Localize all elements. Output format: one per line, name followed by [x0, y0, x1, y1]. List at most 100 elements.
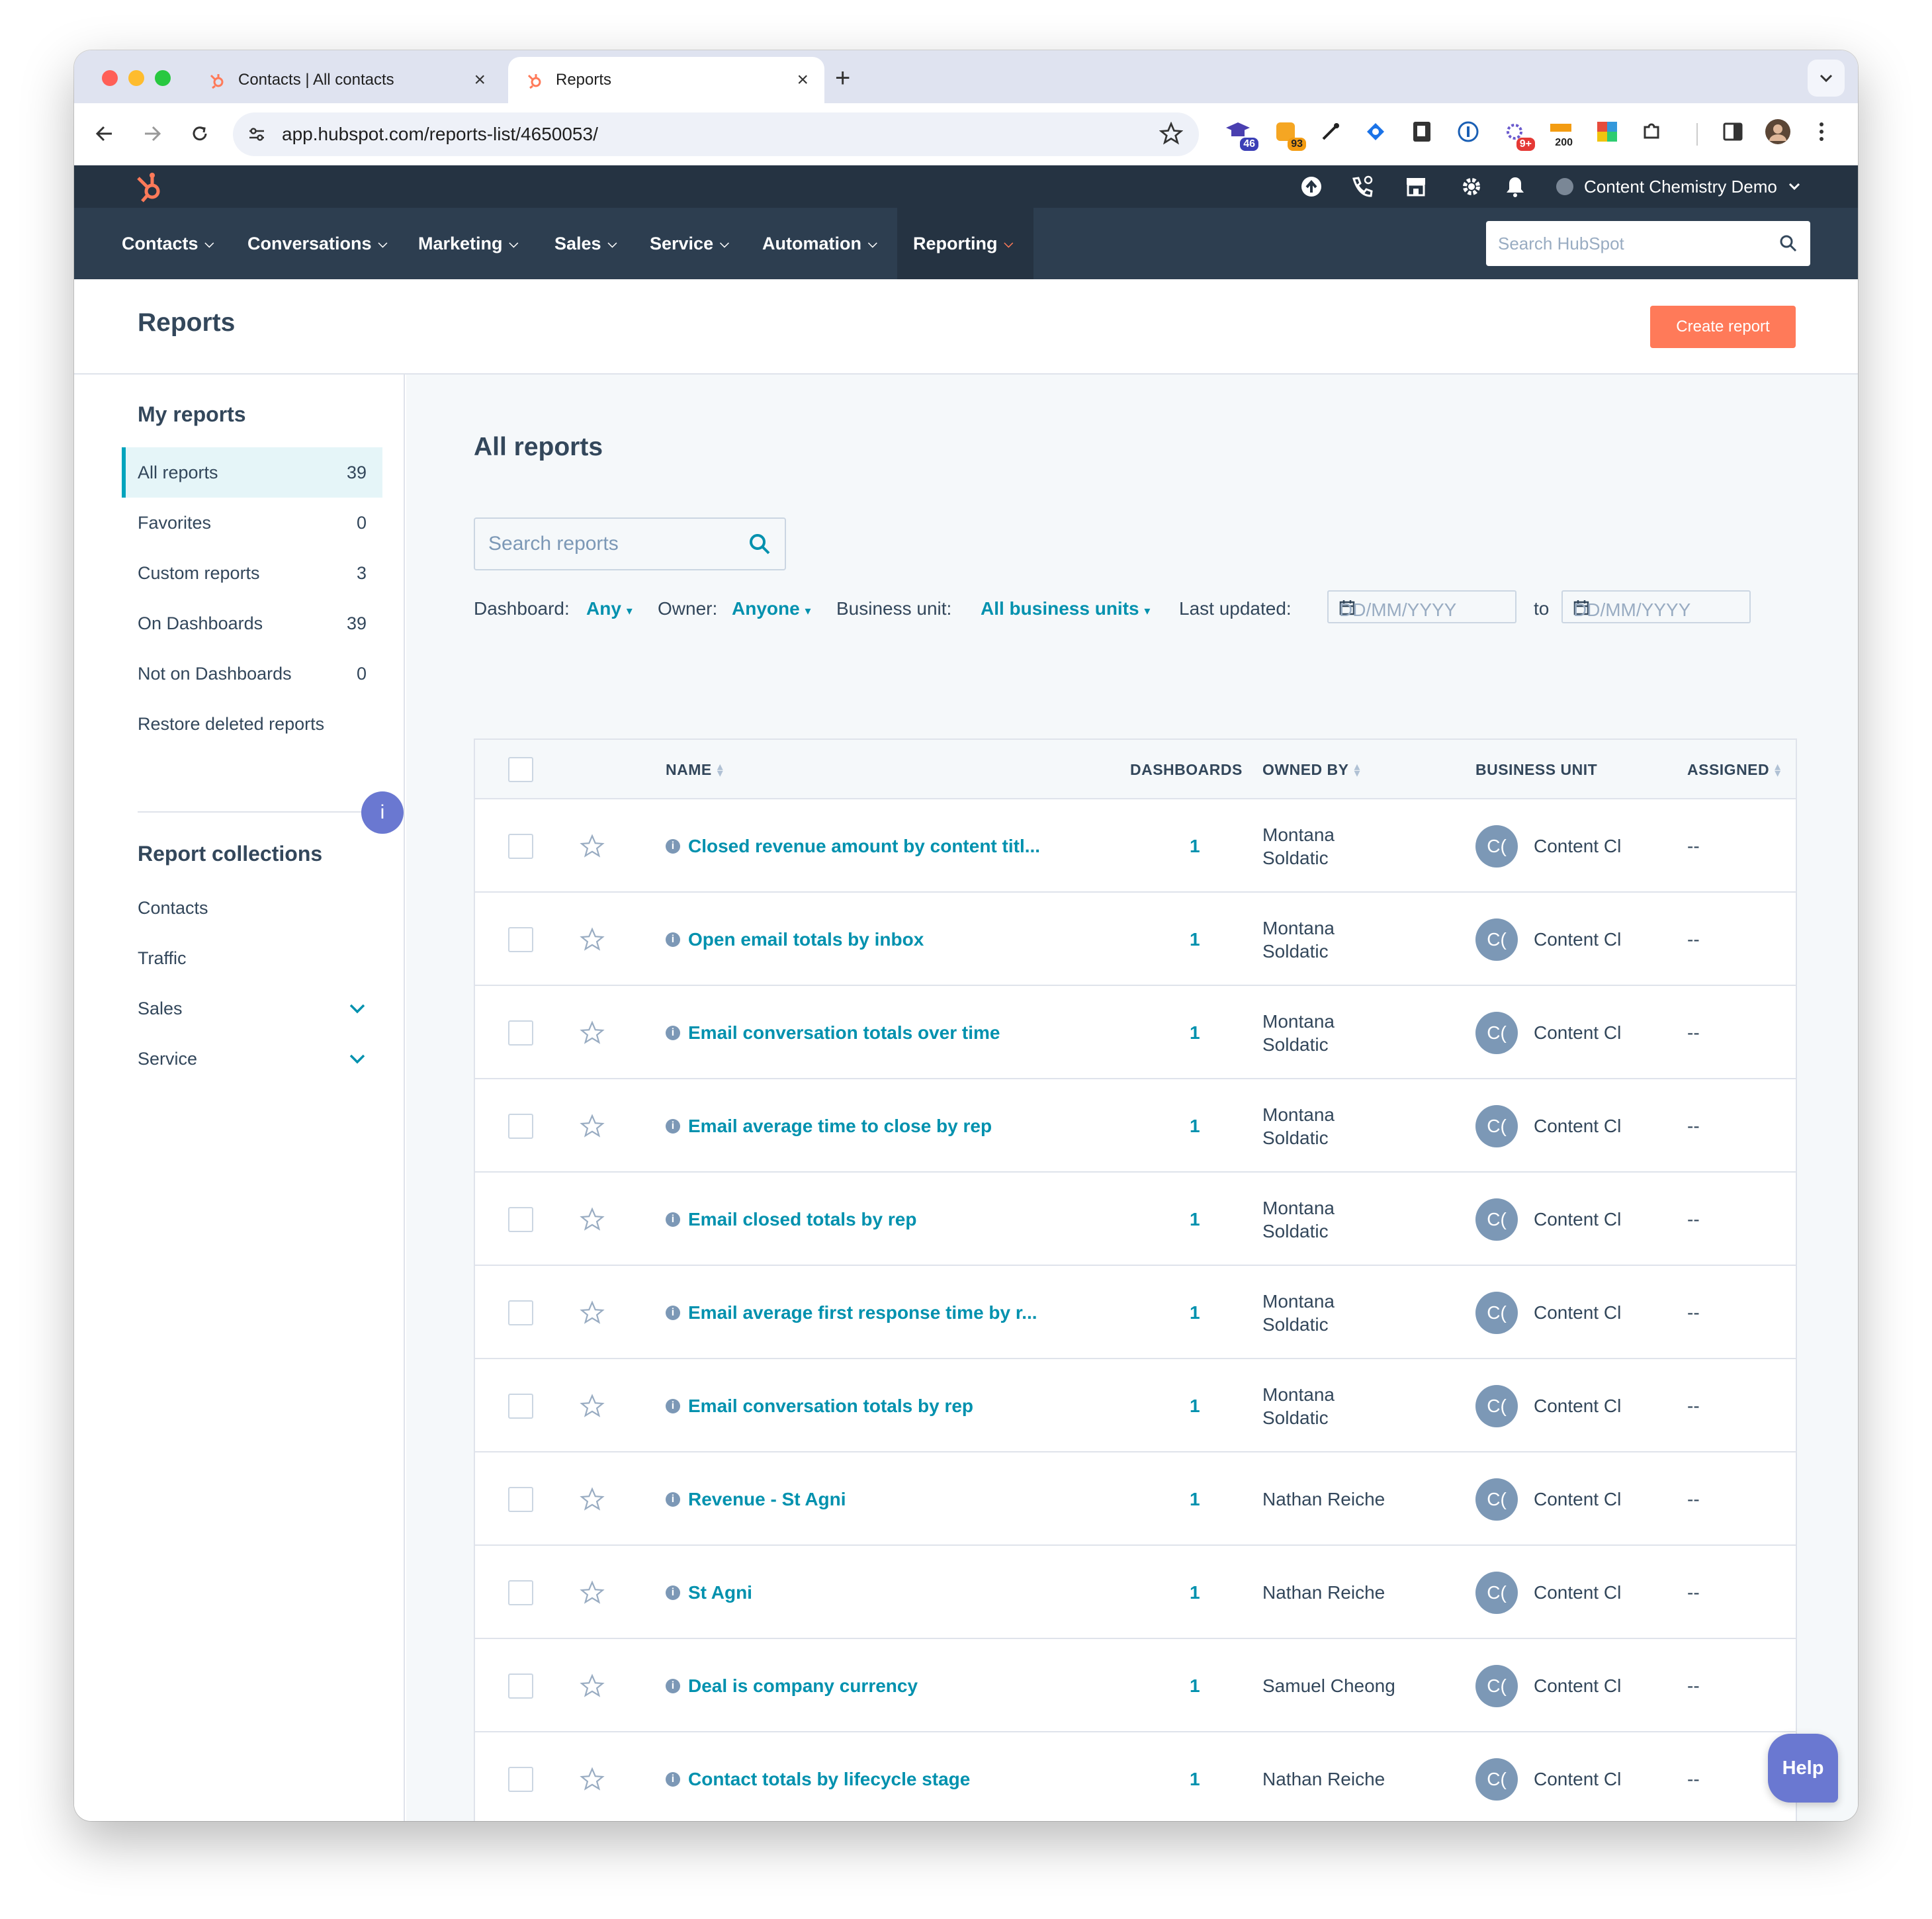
notifications-bell-icon[interactable] — [1503, 175, 1527, 199]
dashboard-count-link[interactable]: 1 — [1190, 1546, 1200, 1639]
chevron-down-icon[interactable] — [348, 1053, 367, 1065]
create-report-button[interactable]: Create report — [1650, 306, 1796, 348]
calling-icon[interactable] — [1350, 175, 1374, 199]
tag-extension-icon[interactable] — [1360, 116, 1391, 147]
info-bubble[interactable]: i — [361, 791, 404, 834]
sort-icon[interactable]: ▴ ▾ — [1775, 760, 1781, 779]
row-checkbox[interactable] — [508, 1546, 533, 1639]
nav-contacts[interactable]: Contacts ⌵ — [122, 208, 214, 279]
favorite-star-icon[interactable] — [580, 893, 605, 986]
side-panel-icon[interactable] — [1718, 116, 1748, 147]
close-tab-icon[interactable]: × — [797, 69, 809, 91]
forward-icon[interactable] — [139, 120, 165, 147]
chevron-down-icon[interactable] — [348, 1003, 367, 1014]
info-icon[interactable]: i — [666, 1585, 680, 1600]
report-name-link[interactable]: i Deal is company currency — [666, 1639, 918, 1732]
bookmark-star-icon[interactable] — [1159, 121, 1184, 149]
new-tab-icon[interactable]: + — [835, 64, 850, 93]
row-checkbox[interactable] — [508, 1452, 533, 1546]
report-name-link[interactable]: i Email average first response time by r… — [666, 1266, 1037, 1359]
column-header-assigned[interactable]: ASSIGNED ▴ ▾ — [1687, 740, 1781, 799]
document-extension-icon[interactable] — [1407, 116, 1437, 147]
favorite-star-icon[interactable] — [580, 1266, 605, 1359]
row-checkbox[interactable] — [508, 1173, 533, 1266]
column-header-name[interactable]: NAME ▴ ▾ — [666, 740, 723, 799]
row-checkbox[interactable] — [508, 1639, 533, 1732]
report-search[interactable] — [474, 517, 786, 570]
report-name-link[interactable]: i Revenue - St Agni — [666, 1452, 846, 1546]
report-name-link[interactable]: i St Agni — [666, 1546, 752, 1639]
report-name-link[interactable]: i Email closed totals by rep — [666, 1173, 916, 1266]
favorite-star-icon[interactable] — [580, 1546, 605, 1639]
report-name-link[interactable]: i Closed revenue amount by content titl.… — [666, 799, 1040, 893]
nav-marketing[interactable]: Marketing ⌵ — [418, 208, 518, 279]
puzzle-extensions-icon[interactable] — [1637, 116, 1667, 147]
info-icon[interactable]: i — [666, 1305, 680, 1320]
reload-icon[interactable] — [187, 120, 213, 147]
eyedropper-extension-icon[interactable] — [1315, 116, 1346, 147]
report-name-link[interactable]: i Email conversation totals by rep — [666, 1359, 973, 1452]
info-icon[interactable]: i — [666, 1771, 680, 1787]
collection-traffic[interactable]: Traffic — [122, 933, 382, 983]
info-icon[interactable]: i — [666, 1118, 680, 1134]
collection-service[interactable]: Service — [122, 1034, 382, 1084]
search-icon[interactable] — [1778, 234, 1798, 253]
tab-search-button[interactable] — [1808, 60, 1845, 97]
site-settings-icon[interactable] — [242, 120, 271, 149]
favorite-star-icon[interactable] — [580, 1639, 605, 1732]
info-icon[interactable]: i — [666, 1212, 680, 1227]
report-search-input[interactable] — [488, 533, 748, 555]
favorite-star-icon[interactable] — [580, 1079, 605, 1173]
owner-filter-dropdown[interactable]: Anyone ▾ — [732, 598, 811, 619]
row-checkbox[interactable] — [508, 893, 533, 986]
business-unit-filter-dropdown[interactable]: All business units ▾ — [981, 598, 1150, 619]
nav-reporting[interactable]: Reporting ⌵ — [897, 208, 1033, 279]
close-window-button[interactable] — [102, 70, 118, 86]
favorite-star-icon[interactable] — [580, 799, 605, 893]
collection-sales[interactable]: Sales — [122, 983, 382, 1034]
row-checkbox[interactable] — [508, 799, 533, 893]
favorite-star-icon[interactable] — [580, 1359, 605, 1452]
counter-extension-icon[interactable]: 200 — [1546, 116, 1576, 148]
info-icon[interactable]: i — [666, 932, 680, 947]
row-checkbox[interactable] — [508, 986, 533, 1079]
settings-gear-icon[interactable] — [1460, 175, 1483, 199]
sidebar-item-not-on-dashboards[interactable]: Not on Dashboards 0 — [122, 648, 382, 699]
info-icon[interactable]: i — [666, 1398, 680, 1413]
date-from-field[interactable]: DD/MM/YYYY — [1327, 590, 1516, 623]
nav-automation[interactable]: Automation ⌵ — [762, 208, 877, 279]
minimize-window-button[interactable] — [128, 70, 144, 86]
dashboard-count-link[interactable]: 1 — [1190, 1732, 1200, 1821]
info-icon[interactable]: i — [666, 838, 680, 854]
hubspot-logo-icon[interactable] — [132, 171, 165, 204]
dashboard-count-link[interactable]: 1 — [1190, 986, 1200, 1079]
sidebar-item-on-dashboards[interactable]: On Dashboards 39 — [122, 598, 382, 648]
row-checkbox[interactable] — [508, 1359, 533, 1452]
dashboard-count-link[interactable]: 1 — [1190, 1079, 1200, 1173]
search-icon[interactable] — [748, 532, 771, 556]
dashboard-count-link[interactable]: 1 — [1190, 893, 1200, 986]
password-manager-extension-icon[interactable] — [1453, 116, 1483, 147]
info-icon[interactable]: i — [666, 1678, 680, 1693]
dashboard-count-link[interactable]: 1 — [1190, 1452, 1200, 1546]
nav-sales[interactable]: Sales ⌵ — [554, 208, 617, 279]
row-checkbox[interactable] — [508, 1732, 533, 1821]
dashboard-filter-dropdown[interactable]: Any ▾ — [586, 598, 633, 619]
maximize-window-button[interactable] — [155, 70, 171, 86]
hubspot-search-input[interactable] — [1498, 233, 1778, 254]
favorite-star-icon[interactable] — [580, 1173, 605, 1266]
nav-service[interactable]: Service ⌵ — [650, 208, 729, 279]
nav-conversations[interactable]: Conversations ⌵ — [247, 208, 387, 279]
sort-icon[interactable]: ▴ ▾ — [717, 760, 724, 779]
date-to-field[interactable]: DD/MM/YYYY — [1561, 590, 1751, 623]
burst-extension-icon[interactable]: 9+ — [1499, 116, 1535, 151]
hubspot-search[interactable] — [1486, 221, 1810, 266]
graduation-cap-extension-icon[interactable]: 46 — [1223, 116, 1258, 151]
color-grid-extension-icon[interactable] — [1592, 116, 1622, 147]
sidebar-item-restore-deleted[interactable]: Restore deleted reports — [122, 699, 382, 749]
sort-icon[interactable]: ▴ ▾ — [1354, 760, 1361, 779]
help-button[interactable]: Help — [1768, 1734, 1838, 1803]
dashboard-count-link[interactable]: 1 — [1190, 1639, 1200, 1732]
report-name-link[interactable]: i Open email totals by inbox — [666, 893, 924, 986]
back-icon[interactable] — [91, 120, 118, 147]
